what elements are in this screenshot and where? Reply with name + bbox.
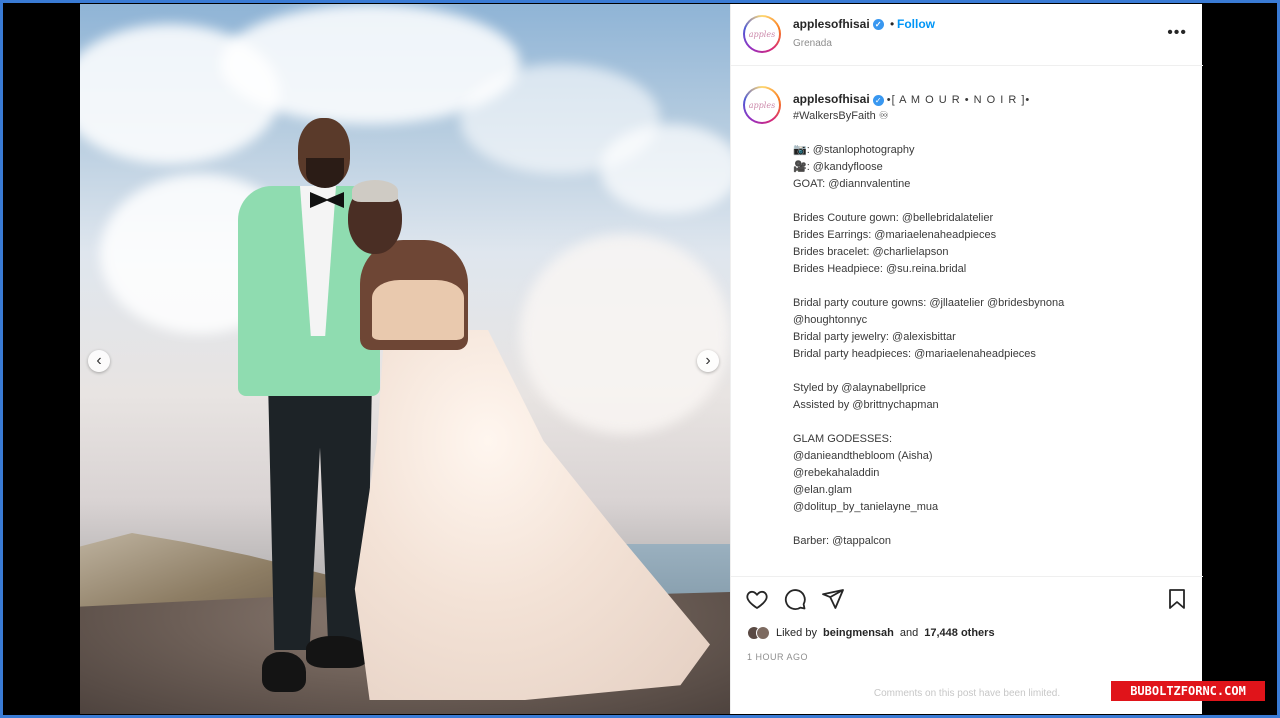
bride-bodice [372, 280, 464, 340]
caption-line [793, 125, 1183, 142]
prev-slide-button[interactable]: ‹ [88, 350, 110, 372]
likes-count[interactable]: 17,448 others [924, 627, 994, 639]
caption-line: @danieandthebloom (Aisha) [793, 450, 933, 462]
liker-avatar [756, 626, 770, 640]
action-bar [731, 576, 1203, 616]
verified-icon: ✓ [872, 94, 884, 106]
caption-line: Bridal party headpieces: @mariaelenahead… [793, 348, 1036, 360]
caption-line: @elan.glam [793, 484, 852, 496]
caption-line [793, 414, 1183, 431]
separator-dot: • [890, 17, 895, 31]
like-heart-icon[interactable] [745, 587, 769, 611]
caption-line: @dolitup_by_tanielayne_mua [793, 501, 939, 513]
caption-line: @houghtonnyc [793, 314, 868, 326]
groom-shoe [262, 652, 306, 692]
next-slide-button[interactable]: › [697, 350, 719, 372]
caption-line: Brides Couture gown: @bellebridalatelier [793, 212, 994, 224]
bride-hair [352, 180, 398, 202]
caption-header: applesofhisai ✓ •[ A M O U R • N O I R ]• [793, 91, 1030, 109]
more-options-icon[interactable]: ••• [1167, 24, 1187, 42]
couple [80, 4, 730, 714]
author-avatar[interactable]: apples [743, 15, 781, 53]
username-text: applesofhisai [793, 17, 870, 31]
likes-user[interactable]: beingmensah [823, 627, 894, 639]
likes-middle: and [899, 627, 919, 639]
groom-shoe [306, 636, 368, 668]
verified-icon: ✓ [872, 19, 884, 31]
caption-line [793, 363, 1183, 380]
groom-pants [268, 380, 372, 650]
caption-line: Bridal party jewelry: @alexisbittar [793, 331, 956, 343]
caption-line: Brides bracelet: @charlielapson [793, 246, 949, 258]
caption-line [793, 516, 1183, 533]
caption-line: 📷: @stanlophotography [793, 144, 915, 156]
site-watermark: BUBOLTZFORNC.COM [1111, 681, 1265, 701]
caption-line: @rebekahaladdin [793, 467, 880, 479]
avatar-logo: apples [745, 88, 779, 122]
caption-line: GOAT: @diannvalentine [793, 178, 911, 190]
caption-title: •[ A M O U R • N O I R ]• [886, 94, 1031, 106]
post-panel: apples applesofhisai ✓ • Follow Grenada •… [730, 4, 1203, 714]
caption-line: #WalkersByFaith ♾ [793, 110, 889, 122]
author-username[interactable]: applesofhisai ✓ • [793, 17, 897, 31]
caption-line: Barber: @tappalcon [793, 535, 892, 547]
post-timestamp[interactable]: 1 HOUR AGO [747, 652, 808, 662]
caption-line: 🎥: @kandyfloose [793, 161, 883, 173]
save-bookmark-icon[interactable] [1165, 587, 1189, 611]
comment-icon[interactable] [783, 587, 807, 611]
post-header: apples applesofhisai ✓ • Follow Grenada •… [731, 4, 1203, 66]
caption-line [793, 193, 1183, 210]
caption-author-avatar[interactable]: apples [743, 86, 781, 124]
avatar-logo: apples [745, 17, 779, 51]
caption-line: Brides Earrings: @mariaelenaheadpieces [793, 229, 997, 241]
post-photo[interactable]: ‹ › [80, 4, 730, 714]
caption-line: GLAM GODESSES: [793, 433, 893, 445]
follow-button[interactable]: Follow [897, 17, 935, 31]
caption-line: Assisted by @brittnychapman [793, 399, 939, 411]
caption-username[interactable]: applesofhisai [793, 92, 870, 106]
caption-line: Bridal party couture gowns: @jllaatelier… [793, 297, 1065, 309]
caption-line [793, 278, 1183, 295]
likes-summary: Liked by beingmensah and 17,448 others [747, 626, 995, 640]
share-icon[interactable] [821, 587, 845, 611]
groom-beard [306, 158, 344, 188]
bride-gown [354, 330, 710, 700]
caption-body: #WalkersByFaith ♾ 📷: @stanlophotography 🎥:… [793, 108, 1183, 550]
liker-avatars[interactable] [747, 626, 770, 640]
caption-line: Styled by @alaynabellprice [793, 382, 926, 394]
caption-line: Brides Headpiece: @su.reina.bridal [793, 263, 967, 275]
post-location[interactable]: Grenada [793, 38, 832, 49]
likes-prefix: Liked by [776, 627, 817, 639]
